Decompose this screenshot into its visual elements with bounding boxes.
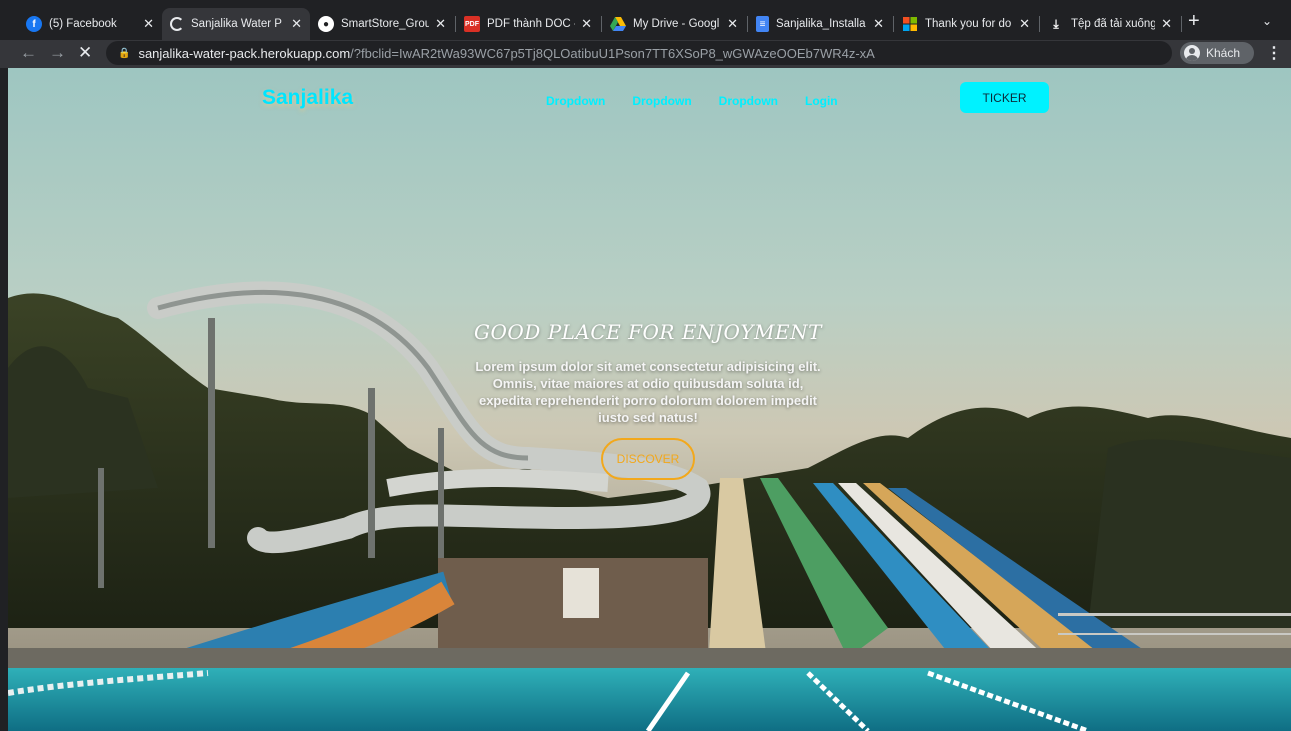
- tab-title: (5) Facebook: [49, 18, 117, 30]
- tab-title: Sanjalika_Installa: [776, 18, 866, 30]
- url-path: /?fbclid=IwAR2tWa93WC67p5Tj8QLOatibuU1Ps…: [350, 45, 875, 61]
- tab-sanjalika-water-pack[interactable]: Sanjalika Water P ✕: [162, 8, 310, 40]
- tab-facebook[interactable]: f (5) Facebook ✕: [18, 8, 162, 40]
- close-tab-icon[interactable]: ✕: [727, 16, 738, 32]
- stop-loading-icon[interactable]: ✕: [78, 43, 92, 63]
- close-tab-icon[interactable]: ✕: [291, 16, 302, 32]
- discover-button[interactable]: DISCOVER: [601, 438, 695, 480]
- tab-title: Tệp đã tải xuống: [1071, 18, 1156, 30]
- tab-thank-you[interactable]: Thank you for do ✕: [894, 8, 1038, 40]
- tab-downloads[interactable]: ⤓ Tệp đã tải xuống ✕: [1040, 8, 1180, 40]
- browser-toolbar: ← → ✕ 🔒 sanjalika-water-pack.herokuapp.c…: [0, 40, 1291, 68]
- tab-sanjalika-installation[interactable]: ≡ Sanjalika_Installa ✕: [748, 8, 892, 40]
- facebook-icon: f: [26, 16, 42, 32]
- tab-title: PDF thành DOC -: [487, 18, 576, 30]
- close-tab-icon[interactable]: ✕: [873, 16, 884, 32]
- tab-title: My Drive - Googl: [633, 18, 720, 30]
- download-icon: ⤓: [1053, 16, 1059, 31]
- lock-icon: 🔒: [118, 47, 131, 59]
- nav-dropdown-1[interactable]: Dropdown: [546, 94, 605, 108]
- tab-my-drive[interactable]: My Drive - Googl ✕: [602, 8, 746, 40]
- tab-title: Sanjalika Water P: [191, 18, 282, 30]
- close-tab-icon[interactable]: ✕: [1161, 16, 1172, 32]
- nav-login[interactable]: Login: [805, 94, 838, 108]
- tab-separator: [1181, 16, 1182, 32]
- close-tab-icon[interactable]: ✕: [1019, 16, 1030, 32]
- ticker-button[interactable]: TICKER: [960, 82, 1049, 113]
- nav-dropdown-2[interactable]: Dropdown: [632, 94, 691, 108]
- pdf-to-doc-icon: PDF: [464, 16, 480, 32]
- nav-dropdown-3[interactable]: Dropdown: [719, 94, 778, 108]
- close-tab-icon[interactable]: ✕: [581, 16, 592, 32]
- address-bar[interactable]: 🔒 sanjalika-water-pack.herokuapp.com/?fb…: [106, 41, 1172, 65]
- site-logo[interactable]: Sanjalika: [262, 86, 353, 110]
- microsoft-icon: [902, 16, 918, 32]
- tab-search-chevron-icon[interactable]: ⌄: [1262, 14, 1272, 28]
- github-icon: ●: [318, 16, 334, 32]
- url-host: sanjalika-water-pack.herokuapp.com: [138, 45, 351, 61]
- more-menu-icon[interactable]: ⋮: [1266, 43, 1282, 63]
- new-tab-button[interactable]: +: [1188, 10, 1200, 33]
- guest-avatar-icon: [1184, 45, 1200, 61]
- hero-title: GOOD PLACE FOR ENJOYMENT: [474, 320, 822, 344]
- google-drive-icon: [610, 16, 626, 32]
- loading-spinner-icon: [170, 17, 184, 31]
- web-page: Sanjalika Dropdown Dropdown Dropdown Log…: [8, 68, 1291, 731]
- back-arrow-icon[interactable]: ←: [20, 43, 37, 63]
- tab-title: SmartStore_Grou: [341, 18, 430, 30]
- google-docs-icon: ≡: [756, 16, 769, 32]
- hero-description: Lorem ipsum dolor sit amet consectetur a…: [475, 359, 821, 425]
- close-tab-icon[interactable]: ✕: [143, 16, 154, 32]
- tab-pdf-to-doc[interactable]: PDF PDF thành DOC - ✕: [456, 8, 600, 40]
- main-nav: Dropdown Dropdown Dropdown Login: [546, 94, 865, 108]
- profile-label: Khách: [1206, 46, 1241, 60]
- tab-title: Thank you for do: [925, 18, 1012, 30]
- profile-button[interactable]: Khách: [1180, 42, 1254, 64]
- close-tab-icon[interactable]: ✕: [435, 16, 446, 32]
- tab-smartstore[interactable]: ● SmartStore_Grou ✕: [310, 8, 454, 40]
- browser-tab-bar: f (5) Facebook ✕ Sanjalika Water P ✕ ● S…: [0, 0, 1291, 40]
- forward-arrow-icon[interactable]: →: [49, 43, 66, 63]
